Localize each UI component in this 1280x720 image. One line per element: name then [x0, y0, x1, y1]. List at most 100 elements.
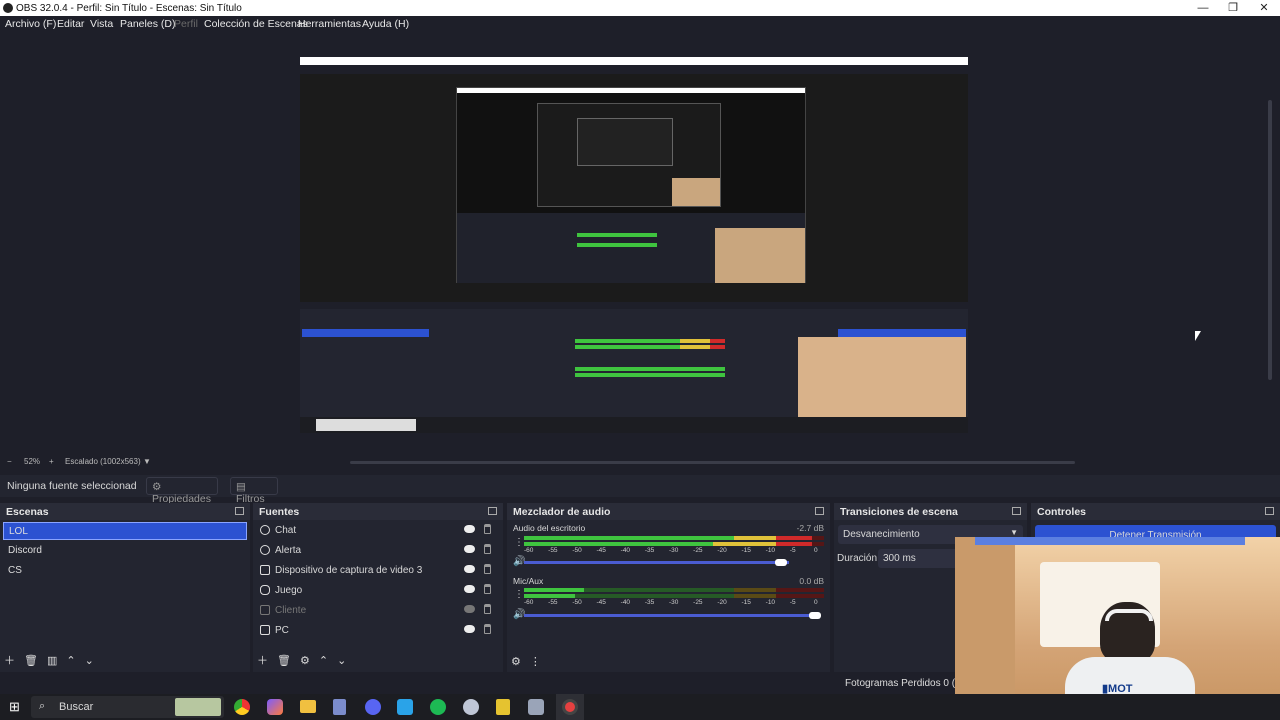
menu-vista[interactable]: Vista: [90, 18, 113, 30]
store-icon[interactable]: [397, 699, 413, 715]
hidden-eye-icon[interactable]: [464, 605, 475, 613]
channel-menu-icon[interactable]: ⋮: [514, 589, 524, 600]
move-up-button[interactable]: ⌃: [66, 655, 75, 667]
meter-tick-label: -25: [693, 547, 703, 554]
channel-db: 0.0 dB: [799, 576, 824, 586]
program-preview[interactable]: [300, 57, 968, 433]
taskbar-search[interactable]: ⌕ Buscar: [31, 696, 224, 718]
file-explorer-icon[interactable]: [300, 700, 316, 713]
undock-icon[interactable]: [1012, 507, 1021, 515]
chrome-icon[interactable]: [234, 699, 250, 715]
volume-slider[interactable]: [524, 614, 814, 617]
close-button[interactable]: ✕: [1257, 1, 1271, 15]
volume-meter: [524, 536, 824, 546]
filter-icon: ▤: [236, 481, 246, 493]
visibility-eye-icon[interactable]: [464, 625, 475, 633]
source-item-alerta[interactable]: Alerta: [257, 542, 499, 560]
scene-item-discord[interactable]: Discord: [3, 542, 247, 560]
undock-icon[interactable]: [488, 507, 497, 515]
scene-item-lol[interactable]: LOL: [3, 522, 247, 540]
source-item-cliente[interactable]: Cliente: [257, 602, 499, 620]
obs-taskbar-button[interactable]: [556, 694, 584, 720]
nested-docks: [300, 319, 968, 433]
visibility-eye-icon[interactable]: [464, 585, 475, 593]
channel-menu-icon[interactable]: ⋮: [514, 537, 524, 548]
menu-paneles[interactable]: Paneles (D): [120, 18, 175, 30]
delete-source-button[interactable]: 🗑: [277, 655, 291, 667]
windows-start-icon[interactable]: ⊞: [9, 699, 20, 715]
app-icon[interactable]: [463, 699, 479, 715]
chevron-down-icon[interactable]: ▼: [143, 457, 151, 466]
sources-header: Fuentes: [253, 503, 503, 520]
meter-tick-label: -45: [596, 599, 606, 606]
search-icon: ⌕: [39, 700, 46, 712]
steam-icon[interactable]: [528, 699, 544, 715]
delete-scene-button[interactable]: 🗑: [24, 655, 38, 667]
mixer-title: Mezclador de audio: [513, 506, 611, 518]
meter-tick-label: -10: [765, 547, 776, 554]
add-source-button[interactable]: ＋: [257, 655, 268, 667]
lock-icon[interactable]: [484, 604, 491, 614]
meter-tick-label: -60: [524, 599, 534, 606]
restore-button[interactable]: ❐: [1226, 1, 1240, 15]
sources-dock: Fuentes Chat Alerta Dispositivo de captu…: [253, 503, 503, 672]
menu-ayuda[interactable]: Ayuda (H): [362, 18, 409, 30]
visibility-eye-icon[interactable]: [464, 525, 475, 533]
spotify-icon[interactable]: [430, 699, 446, 715]
undock-icon[interactable]: [815, 507, 824, 515]
source-settings-button[interactable]: ⚙: [300, 655, 310, 667]
move-down-button[interactable]: ⌄: [337, 655, 346, 667]
properties-button[interactable]: ⚙ Propiedades: [146, 477, 218, 505]
discord-icon[interactable]: [365, 699, 381, 715]
mixer-menu-icon[interactable]: ⋮: [530, 656, 541, 668]
search-placeholder: Buscar: [59, 701, 94, 713]
undock-icon[interactable]: [1265, 507, 1274, 515]
move-down-button[interactable]: ⌄: [85, 655, 94, 667]
lock-icon[interactable]: [484, 524, 491, 534]
notes-icon[interactable]: [496, 699, 510, 715]
lock-icon[interactable]: [484, 584, 491, 594]
source-item-chat[interactable]: Chat: [257, 522, 499, 540]
source-item-pc[interactable]: PC: [257, 622, 499, 640]
scenes-header: Escenas: [0, 503, 250, 520]
scene-item-cs[interactable]: CS: [3, 562, 247, 580]
add-scene-button[interactable]: ＋: [4, 655, 15, 667]
calculator-icon[interactable]: [333, 699, 346, 715]
meter-tick-label: -40: [620, 547, 631, 554]
lock-icon[interactable]: [484, 624, 491, 634]
lock-icon[interactable]: [484, 544, 491, 554]
mixer-settings-icon[interactable]: ⚙: [511, 656, 521, 668]
obs-logo-icon: [3, 3, 13, 13]
meter-tick-label: -35: [644, 547, 655, 554]
copilot-icon[interactable]: [267, 699, 283, 715]
dropped-frames: Fotogramas Perdidos 0 (0.0: [845, 678, 969, 689]
zoom-in-button[interactable]: +: [49, 457, 54, 466]
undock-icon[interactable]: [235, 507, 244, 515]
volume-slider-knob[interactable]: [809, 612, 821, 619]
lock-icon[interactable]: [484, 564, 491, 574]
volume-slider-knob[interactable]: [775, 559, 787, 566]
browser-icon: [260, 545, 270, 555]
move-up-button[interactable]: ⌃: [319, 655, 328, 667]
menu-perfil[interactable]: Perfil: [174, 18, 198, 30]
menu-herramientas[interactable]: Herramientas: [298, 18, 361, 30]
monitor-icon: [260, 625, 270, 635]
scene-filters-button[interactable]: ▥: [47, 655, 57, 667]
zoom-out-button[interactable]: −: [7, 457, 12, 466]
source-toolbar: Ninguna fuente seleccionad ⚙ Propiedades…: [0, 475, 1280, 505]
menu-bar: Archivo (F) Editar Vista Paneles (D) Per…: [0, 16, 1280, 33]
menu-coleccion-escenas[interactable]: Colección de Escenas: [204, 18, 308, 30]
source-item-capture-device[interactable]: Dispositivo de captura de video 3: [257, 562, 499, 580]
menu-archivo[interactable]: Archivo (F): [5, 18, 56, 30]
scale-mode[interactable]: Escalado (1002x563): [65, 457, 141, 466]
minimize-button[interactable]: —: [1196, 1, 1210, 15]
meter-tick-label: 0: [814, 599, 818, 606]
volume-slider[interactable]: [524, 561, 789, 564]
menu-editar[interactable]: Editar: [57, 18, 84, 30]
meter-tick-label: -35: [644, 599, 655, 606]
preview-scrollbar-vertical[interactable]: [1268, 100, 1272, 380]
visibility-eye-icon[interactable]: [464, 565, 475, 573]
filters-button[interactable]: ▤ Filtros: [230, 477, 278, 505]
source-item-juego[interactable]: Juego: [257, 582, 499, 600]
visibility-eye-icon[interactable]: [464, 545, 475, 553]
